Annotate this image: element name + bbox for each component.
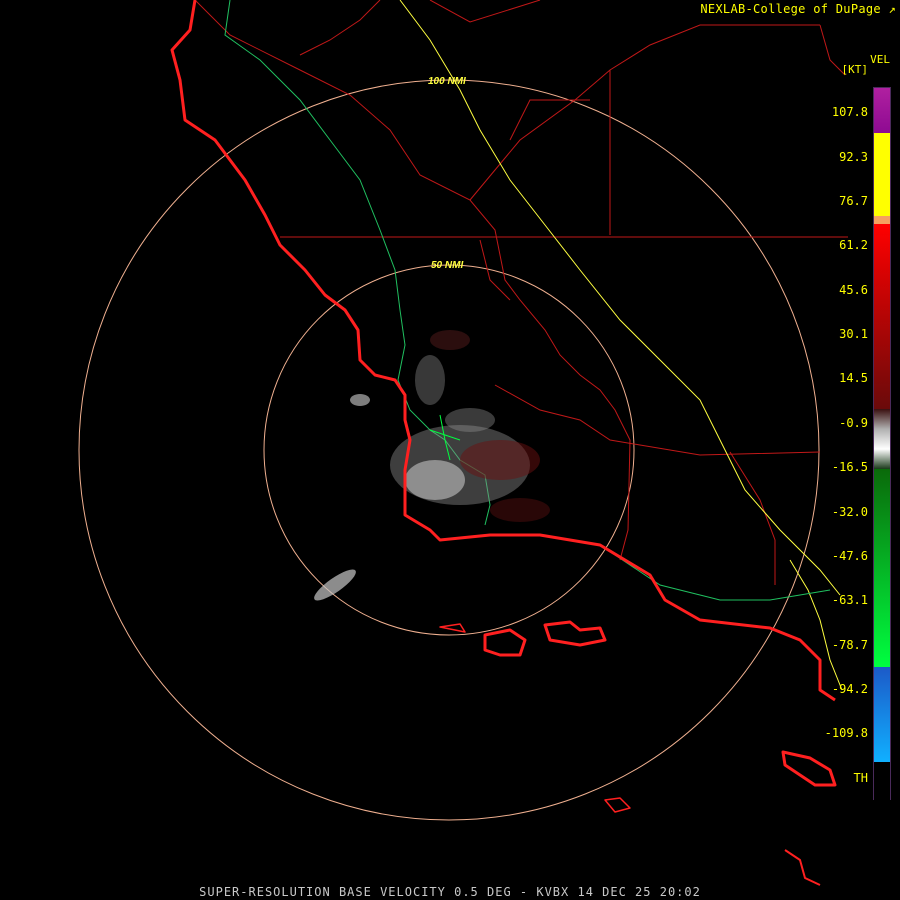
product-caption: SUPER-RESOLUTION BASE VELOCITY 0.5 DEG -… (199, 885, 701, 899)
credit-label: NEXLAB-College of DuPage ↗ (700, 2, 896, 16)
range-ring-label-100: 100 NMI (428, 76, 466, 87)
legend-tick-label: 14.5 (839, 371, 868, 385)
colorbar-seg-orange (874, 216, 890, 224)
range-ring-label-50: 50 NMI (431, 260, 463, 271)
colorbar-seg-green (874, 469, 890, 667)
colorbar-seg-purple (874, 88, 890, 133)
legend-tick-label: 92.3 (839, 150, 868, 164)
colorbar-seg-gray (874, 409, 890, 469)
legend-tick-label: 30.1 (839, 327, 868, 341)
legend-title: VEL (870, 53, 890, 66)
legend-tick-label: -63.1 (831, 593, 868, 607)
colorbar-seg-black (874, 762, 890, 801)
radar-echoes (314, 330, 550, 601)
legend-tick-label: TH (853, 771, 868, 785)
credit-text: NEXLAB-College of DuPage (700, 2, 881, 16)
legend-tick-label: 76.7 (839, 194, 868, 208)
county-boundaries (194, 0, 848, 585)
legend-tick-label: 61.2 (839, 238, 868, 252)
legend-unit: [KT] (841, 63, 869, 76)
external-link-icon: ↗ (888, 2, 896, 16)
colorbar-seg-red (874, 224, 890, 409)
legend-tick-label: -32.0 (831, 505, 868, 519)
velocity-colorbar (873, 87, 891, 801)
legend-tick-label: -0.9 (839, 416, 868, 430)
colorbar-seg-blue (874, 667, 890, 762)
legend-tick-label: 45.6 (839, 283, 868, 297)
legend-tick-label: -94.2 (831, 682, 868, 696)
legend-tick-label: 107.8 (831, 105, 868, 119)
colorbar-seg-yellow (874, 133, 890, 216)
radar-map: 100 NMI 50 NMI (78, 0, 848, 886)
legend-tick-label: -16.5 (831, 460, 868, 474)
legend-tick-label: -78.7 (831, 638, 868, 652)
legend-tick-label: -47.6 (831, 549, 868, 563)
legend-tick-label: -109.8 (824, 726, 868, 740)
